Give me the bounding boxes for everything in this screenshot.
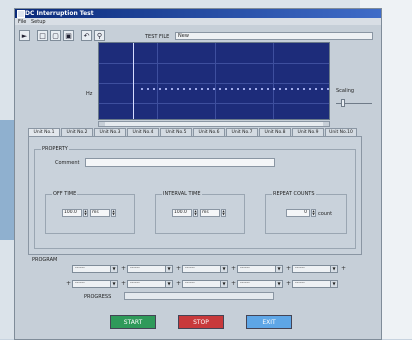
repeat-value[interactable]: 0 <box>286 209 310 217</box>
progress-bar <box>124 292 274 300</box>
testfile-label: TEST FILE <box>145 34 170 40</box>
program-slot-2-5[interactable]: ------ ▼ <box>292 280 338 288</box>
exit-button[interactable]: EXIT <box>246 315 292 329</box>
zoom-slider-thumb[interactable] <box>340 99 345 107</box>
graph-ylabel: Hz <box>86 91 93 97</box>
property-label: PROPERTY <box>41 146 69 152</box>
offtime-unit-spinner[interactable]: ▲ ▼ <box>111 209 116 217</box>
repeat-unit: count <box>318 211 333 217</box>
offtime-group: OFF TIME 100.0 ▲ ▼ ms ▲ ▼ <box>45 191 135 234</box>
interval-label: INTERVAL TIME <box>162 191 202 197</box>
repeat-spinner[interactable]: ▲ ▼ <box>311 209 316 217</box>
property-group: PROPERTY Comment OFF TIME 100.0 ▲ ▼ ms ▲ ▼… <box>34 146 356 249</box>
window-title: DC Interruption Test <box>25 10 94 17</box>
start-button[interactable]: START <box>110 315 156 329</box>
app-icon <box>17 10 25 18</box>
zoom-label: Scaling <box>336 88 355 94</box>
plus-icon: + <box>286 280 292 287</box>
plus-icon: + <box>176 280 182 287</box>
repeat-group: REPEAT COUNTS 0 ▲ ▼ count <box>265 191 347 234</box>
new-icon[interactable]: □ <box>37 30 48 41</box>
plus-icon: + <box>121 265 127 272</box>
zoom-slider[interactable] <box>336 98 372 108</box>
save-icon[interactable]: ▣ <box>63 30 74 41</box>
interval-group: INTERVAL TIME 100.0 ▲ ▼ ms ▲ ▼ <box>155 191 245 234</box>
program-slot-2-3[interactable]: ------ ▼ <box>182 280 228 288</box>
graph-cursor[interactable] <box>133 43 134 119</box>
progress-label: PROGRESS <box>84 294 112 300</box>
title-bar[interactable]: DC Interruption Test <box>15 9 381 18</box>
plus-icon: + <box>286 265 292 272</box>
zoom-icon[interactable]: ⚲ <box>94 30 105 41</box>
offtime-value[interactable]: 100.0 <box>62 209 82 217</box>
plus-icon: + <box>66 280 72 287</box>
program-label: PROGRAM <box>32 257 58 263</box>
undo-icon[interactable]: ↶ <box>81 30 92 41</box>
program-slot-1-1[interactable]: ------ ▼ <box>72 265 118 273</box>
plus-icon: + <box>231 280 237 287</box>
interval-spinner[interactable]: ▲ ▼ <box>193 209 198 217</box>
program-slot-1-2[interactable]: ------ ▼ <box>127 265 173 273</box>
program-slot-1-5[interactable]: ------ ▼ <box>292 265 338 273</box>
input-icon[interactable]: ► <box>19 30 30 41</box>
program-slot-1-4[interactable]: ------ ▼ <box>237 265 283 273</box>
testfile-field[interactable]: New <box>175 32 373 40</box>
interval-value[interactable]: 100.0 <box>172 209 192 217</box>
plus-icon: + <box>341 265 347 272</box>
open-icon[interactable]: ▢ <box>50 30 61 41</box>
program-slot-2-2[interactable]: ------ ▼ <box>127 280 173 288</box>
offtime-unit[interactable]: ms <box>90 209 110 217</box>
interval-unit-spinner[interactable]: ▲ ▼ <box>221 209 226 217</box>
offtime-label: OFF TIME <box>52 191 78 197</box>
menu-bar: File Setup <box>15 18 381 25</box>
program-slot-1-3[interactable]: ------ ▼ <box>182 265 228 273</box>
stop-button[interactable]: STOP <box>178 315 224 329</box>
comment-label: Comment <box>55 160 80 166</box>
interval-unit[interactable]: ms <box>200 209 220 217</box>
offtime-spinner[interactable]: ▲ ▼ <box>83 209 88 217</box>
waveform-graph[interactable] <box>98 42 330 120</box>
tab-panel: PROPERTY Comment OFF TIME 100.0 ▲ ▼ ms ▲ ▼… <box>28 136 362 255</box>
plus-icon: + <box>176 265 182 272</box>
program-slot-2-4[interactable]: ------ ▼ <box>237 280 283 288</box>
program-slot-2-1[interactable]: ------ ▼ <box>72 280 118 288</box>
repeat-label: REPEAT COUNTS <box>272 191 316 197</box>
waveform-trace <box>139 88 329 90</box>
comment-field[interactable] <box>85 158 275 167</box>
plus-icon: + <box>231 265 237 272</box>
plus-icon: + <box>121 280 127 287</box>
graph-scrollbar[interactable] <box>98 121 330 127</box>
